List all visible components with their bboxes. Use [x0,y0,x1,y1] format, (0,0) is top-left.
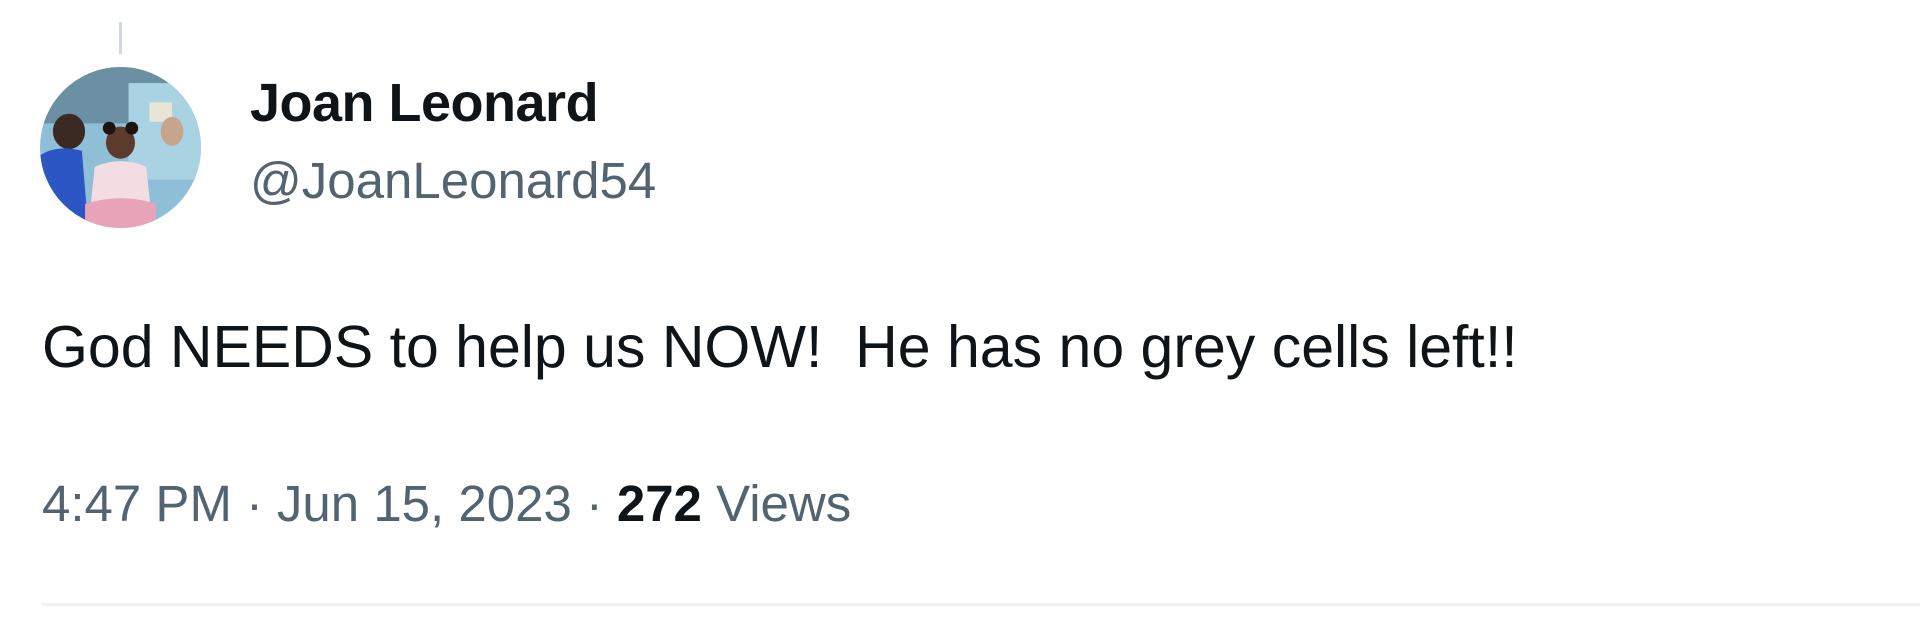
views-label: Views [716,475,852,532]
views-count: 272 [616,475,702,532]
author-display-name[interactable]: Joan Leonard [250,76,656,130]
tweet-metadata: 4:47 PM · Jun 15, 2023 · 272 Views [42,478,851,529]
profile-photo-icon [40,67,201,228]
tweet-author: Joan Leonard @JoanLeonard54 [250,76,656,206]
tweet-views[interactable]: 272 Views [617,475,851,532]
author-handle[interactable]: @JoanLeonard54 [250,155,656,206]
separator-dot: · [245,475,263,532]
tweet-date: Jun 15, 2023 [276,475,572,532]
avatar[interactable] [40,67,201,228]
separator-dot: · [585,475,603,532]
divider [42,603,1920,606]
tweet-timestamp[interactable]: 4:47 PM · Jun 15, 2023 [42,475,572,532]
tweet-time: 4:47 PM [42,475,232,532]
thread-connector-line [119,22,122,54]
tweet-text: God NEEDS to help us NOW! He has no grey… [42,314,1518,380]
